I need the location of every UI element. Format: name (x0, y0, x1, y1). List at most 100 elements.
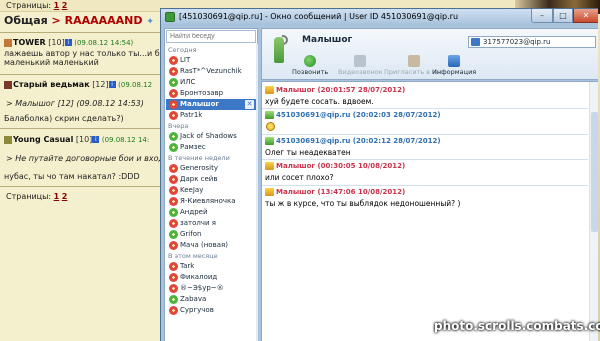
message-text: ты ж в курсе, что ты выблядок недоношенн… (265, 199, 461, 208)
contact-name: Малышог (180, 100, 220, 108)
message-header: Малышог (20:01:57 28/07/2012) (265, 86, 405, 94)
contact-item[interactable]: Андрей (166, 207, 256, 218)
thread-prefix[interactable]: Общая (4, 14, 48, 27)
flower-icon (169, 262, 178, 271)
post-author[interactable]: Старый ведьмак (13, 80, 90, 89)
message-meta: 451030691@qip.ru (20:02:12 28/07/2012) (276, 137, 441, 145)
message-log: Малышог (20:01:57 28/07/2012) хуй будете… (261, 81, 598, 341)
minimize-button[interactable]: – (531, 9, 553, 23)
flower-icon (169, 56, 178, 65)
contact-item[interactable]: Grifon (166, 229, 256, 240)
message-icon (265, 111, 274, 119)
contact-item[interactable]: Я-Киевляночка (166, 196, 256, 207)
flower-icon (169, 78, 178, 87)
contact-name: ®~Э$ур~® (180, 284, 224, 292)
contact-item[interactable]: Рамзес (166, 142, 256, 153)
contact-item[interactable]: Мача (новая) (166, 240, 256, 251)
contact-item[interactable]: RasT*^Vezunchik (166, 66, 256, 77)
scrollbar[interactable] (256, 44, 258, 341)
user-icon (169, 143, 178, 152)
contact-item[interactable]: ®~Э$ур~® (166, 283, 256, 294)
page-link-1[interactable]: 1 (54, 1, 60, 10)
contact-name: Андрей (180, 208, 208, 216)
info-icon[interactable]: i (92, 136, 100, 143)
message-header: Малышог (00:30:05 10/08/2012) (265, 162, 405, 170)
contact-item[interactable]: Generosity (166, 163, 256, 174)
contact-name: Дарк сейв (180, 175, 218, 183)
message-icon (265, 137, 274, 145)
flower-icon (169, 241, 178, 250)
conversation-list: Сегодня LIT RasT*^Vezunchik ИЛС Бронтоза… (164, 28, 258, 341)
search-input[interactable] (166, 30, 256, 43)
contact-item-selected[interactable]: Малышог ✕ (166, 99, 256, 110)
pages-label: Страницы: (6, 1, 52, 10)
post-quote: > Малышог [12] (09.08.12 14:53) (6, 99, 144, 108)
section-month: В этом месяце (168, 252, 218, 260)
divider (262, 134, 588, 135)
info-icon[interactable]: i (64, 39, 72, 46)
post-date: (09.08.12 14:54) (74, 39, 134, 47)
contact-name: Малышог (302, 35, 353, 45)
close-conversation-icon[interactable]: ✕ (245, 100, 254, 109)
forum-post: TOWER [10] i (09.08.12 14:54) лажаешь авт… (4, 38, 169, 67)
pagination-top: Страницы: 1 2 (6, 1, 67, 10)
message-meta: 451030691@qip.ru (20:02:03 28/07/2012) (276, 111, 441, 119)
scrollbar[interactable] (589, 82, 598, 341)
page-link-1[interactable]: 1 (54, 192, 60, 201)
contact-item[interactable]: затолчи я (166, 218, 256, 229)
flower-icon (169, 295, 178, 304)
info-icon[interactable]: i (108, 81, 116, 88)
user-icon (169, 208, 178, 217)
page-link-2[interactable]: 2 (62, 1, 68, 10)
title-bar[interactable]: [451030691@qip.ru] - Окно сообщений | Us… (161, 9, 598, 25)
call-label: Позвонить (292, 68, 329, 76)
info-button[interactable]: Информация (432, 55, 476, 76)
flower-icon (169, 164, 178, 173)
contact-item[interactable]: KeeJay (166, 185, 256, 196)
maximize-button[interactable]: □ (553, 9, 573, 23)
contact-item[interactable]: Бронтозавр (166, 88, 256, 99)
contact-name: затолчи я (180, 219, 216, 227)
phone-icon (304, 55, 317, 67)
page-link-2[interactable]: 2 (62, 192, 68, 201)
contact-item[interactable]: Сургучов (166, 305, 256, 316)
contact-item[interactable]: Jack of Shadows (166, 131, 256, 142)
info-label: Информация (432, 68, 477, 76)
contact-item[interactable]: Фикалоид (166, 272, 256, 283)
flower-icon (169, 111, 178, 120)
contact-item[interactable]: LIT (166, 55, 256, 66)
thread-name: RAAAAAAND (64, 14, 143, 27)
video-call-label: Видеозвонок (338, 68, 383, 76)
contact-name: LIT (180, 56, 191, 64)
post-level: [10] (75, 135, 93, 144)
invite-icon (407, 55, 420, 67)
post-date: (09.08.12 (118, 81, 153, 89)
scrollbar-thumb[interactable] (591, 112, 598, 232)
video-call-button[interactable]: Видеозвонок (338, 55, 383, 76)
contact-item[interactable]: Patr1k (166, 110, 256, 121)
flower-icon (169, 219, 178, 228)
flower-icon (169, 306, 178, 315)
contact-item[interactable]: Zabava (166, 294, 256, 305)
divider (0, 32, 168, 33)
message-header: Малышог (13:47:06 10/08/2012) (265, 188, 405, 196)
divider (262, 159, 588, 160)
divider (262, 185, 588, 186)
post-author[interactable]: TOWER (13, 38, 46, 47)
message-icon (265, 86, 274, 94)
contact-item[interactable]: Дарк сейв (166, 174, 256, 185)
account-selector[interactable]: 317577023@qip.ru (468, 36, 596, 48)
flower-icon (169, 284, 178, 293)
contact-name: Мача (новая) (180, 241, 228, 249)
post-text: нубас, ты чо там накатал? :DDD (4, 172, 140, 181)
post-quote: > Не путайте договорные бои и вход (6, 154, 164, 163)
contact-item[interactable]: Tark (166, 261, 256, 272)
close-button[interactable]: ✕ (573, 9, 598, 23)
post-author[interactable]: Young Casual (13, 135, 73, 144)
message-text: Олег ты неадекватен (265, 148, 351, 157)
watermark: photo.scrolls.combats.com (434, 319, 600, 333)
info-card-icon (448, 55, 461, 67)
flower-icon (169, 186, 178, 195)
contact-item[interactable]: ИЛС (166, 77, 256, 88)
call-button[interactable]: Позвонить (292, 55, 328, 76)
